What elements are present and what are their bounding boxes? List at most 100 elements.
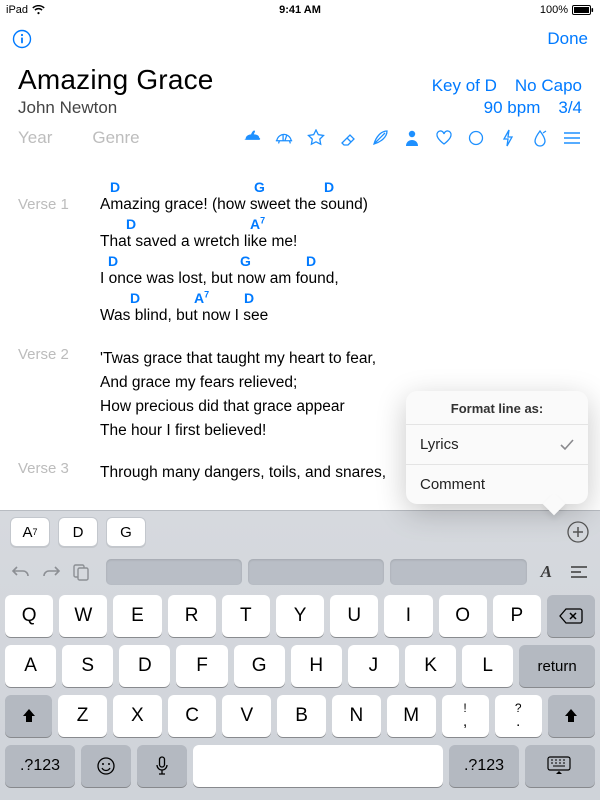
key-l[interactable]: L — [462, 645, 513, 687]
eraser-icon[interactable] — [338, 128, 358, 148]
info-icon[interactable] — [12, 29, 32, 49]
key-dictate[interactable] — [137, 745, 187, 787]
key-j[interactable]: J — [348, 645, 399, 687]
key-d[interactable]: D — [119, 645, 170, 687]
chord[interactable]: D — [110, 178, 120, 196]
key-r[interactable]: R — [168, 595, 216, 637]
key-k[interactable]: K — [405, 645, 456, 687]
chord[interactable]: D — [244, 289, 254, 307]
chord[interactable]: D — [306, 252, 316, 270]
chord-shortcut-bar: A7 DG — [0, 511, 600, 553]
key-dismiss[interactable] — [525, 745, 595, 787]
menu-icon[interactable] — [562, 128, 582, 148]
key-comma[interactable]: !, — [442, 695, 489, 737]
chord[interactable]: G — [254, 178, 265, 196]
key-space[interactable] — [193, 745, 443, 787]
clock: 9:41 AM — [279, 4, 321, 16]
key-y[interactable]: Y — [276, 595, 324, 637]
lyric-line[interactable]: And grace my fears relieved; — [100, 373, 582, 393]
redo-button[interactable] — [40, 561, 62, 583]
lyric-line[interactable]: DA7DWas blind, but now I see — [100, 289, 582, 326]
key-g[interactable]: G — [234, 645, 285, 687]
key-t[interactable]: T — [222, 595, 270, 637]
key-z[interactable]: Z — [58, 695, 107, 737]
key-m[interactable]: M — [387, 695, 436, 737]
year-field[interactable]: Year — [18, 128, 52, 148]
key-v[interactable]: V — [222, 695, 271, 737]
chord[interactable]: G — [240, 252, 251, 270]
battery-label: 100% — [540, 4, 568, 16]
chord[interactable]: D — [126, 215, 136, 233]
status-bar: iPad 9:41 AM 100% — [0, 0, 600, 20]
capo-button[interactable]: No Capo — [515, 76, 582, 96]
wifi-icon — [32, 5, 45, 15]
heart-icon[interactable] — [434, 128, 454, 148]
circle-icon[interactable] — [466, 128, 486, 148]
chord-shortcut[interactable]: A7 — [10, 517, 50, 547]
key-x[interactable]: X — [113, 695, 162, 737]
key-c[interactable]: C — [168, 695, 217, 737]
key-return[interactable]: return — [519, 645, 595, 687]
key-e[interactable]: E — [113, 595, 161, 637]
battery-icon — [572, 5, 594, 15]
tempo-button[interactable]: 90 bpm — [484, 98, 541, 118]
key-numbers-right[interactable]: .?123 — [449, 745, 519, 787]
format-button[interactable]: A — [541, 562, 552, 582]
star-icon[interactable] — [306, 128, 326, 148]
lyric-line[interactable]: 'Twas grace that taught my heart to fear… — [100, 349, 582, 369]
copy-button[interactable] — [70, 561, 92, 583]
format-option-lyrics[interactable]: Lyrics — [406, 424, 588, 464]
lyric-line[interactable]: DGDI once was lost, but now am found, — [100, 252, 582, 289]
key-shift-right[interactable] — [548, 695, 595, 737]
key-backspace[interactable] — [547, 595, 595, 637]
section-slot-2[interactable] — [248, 559, 384, 585]
key-emoji[interactable] — [81, 745, 131, 787]
lyric-line[interactable]: DA7That saved a wretch like me! — [100, 215, 582, 252]
key-u[interactable]: U — [330, 595, 378, 637]
lyric-line[interactable]: DGDAmazing grace! (how sweet the sound) — [100, 178, 582, 215]
chord-shortcut[interactable]: D — [58, 517, 98, 547]
undo-button[interactable] — [10, 561, 32, 583]
key-w[interactable]: W — [59, 595, 107, 637]
add-chord-button[interactable] — [566, 520, 590, 544]
key-s[interactable]: S — [62, 645, 113, 687]
key-i[interactable]: I — [384, 595, 432, 637]
key-b[interactable]: B — [277, 695, 326, 737]
rabbit-icon[interactable] — [242, 128, 262, 148]
drop-icon[interactable] — [530, 128, 550, 148]
chord[interactable]: A7 — [250, 215, 265, 233]
tag-toolbar — [242, 128, 582, 148]
timesig-button[interactable]: 3/4 — [558, 98, 582, 118]
chord-shortcut[interactable]: G — [106, 517, 146, 547]
feather-icon[interactable] — [370, 128, 390, 148]
chord[interactable]: D — [130, 289, 140, 307]
key-h[interactable]: H — [291, 645, 342, 687]
section-slot-3[interactable] — [390, 559, 526, 585]
key-period[interactable]: ?. — [495, 695, 542, 737]
key-numbers-left[interactable]: .?123 — [5, 745, 75, 787]
key-shift-left[interactable] — [5, 695, 52, 737]
chord[interactable]: D — [324, 178, 334, 196]
bolt-icon[interactable] — [498, 128, 518, 148]
chord[interactable]: A7 — [194, 289, 209, 307]
check-icon — [560, 439, 574, 451]
key-a[interactable]: A — [5, 645, 56, 687]
genre-field[interactable]: Genre — [92, 128, 139, 148]
device-label: iPad — [6, 4, 28, 16]
key-button[interactable]: Key of D — [432, 76, 497, 96]
align-button[interactable] — [568, 561, 590, 583]
turtle-icon[interactable] — [274, 128, 294, 148]
section-slot-1[interactable] — [106, 559, 242, 585]
key-q[interactable]: Q — [5, 595, 53, 637]
chord[interactable]: D — [108, 252, 118, 270]
artist-field[interactable]: John Newton — [18, 98, 117, 118]
person-icon[interactable] — [402, 128, 422, 148]
key-o[interactable]: O — [439, 595, 487, 637]
key-f[interactable]: F — [176, 645, 227, 687]
nav-bar: Done — [0, 20, 600, 58]
format-option-comment[interactable]: Comment — [406, 464, 588, 504]
done-button[interactable]: Done — [547, 29, 588, 49]
key-n[interactable]: N — [332, 695, 381, 737]
song-title[interactable]: Amazing Grace — [18, 64, 214, 96]
key-p[interactable]: P — [493, 595, 541, 637]
